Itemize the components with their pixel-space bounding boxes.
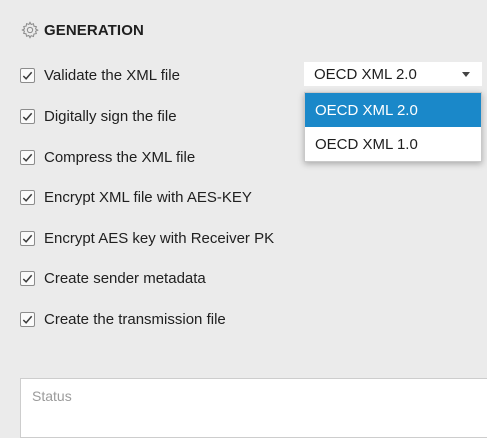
checkmark-icon <box>22 315 33 324</box>
encrypt-xml-checkbox[interactable] <box>20 189 35 205</box>
dropdown-option-oecd-1-0[interactable]: OECD XML 1.0 <box>305 127 481 161</box>
encrypt-aes-option[interactable]: Encrypt AES key with Receiver PK <box>20 227 274 249</box>
checkmark-icon <box>22 234 33 243</box>
sign-file-option[interactable]: Digitally sign the file <box>20 105 177 127</box>
section-title: GENERATION <box>44 21 144 39</box>
checkmark-icon <box>22 71 33 80</box>
checkmark-icon <box>22 193 33 202</box>
transmission-file-option[interactable]: Create the transmission file <box>20 308 226 330</box>
status-field[interactable] <box>21 388 332 404</box>
checkmark-icon <box>22 112 33 121</box>
chevron-down-icon[interactable] <box>462 72 470 77</box>
sign-file-label: Digitally sign the file <box>44 107 177 125</box>
validate-xml-label: Validate the XML file <box>44 66 180 84</box>
schema-version-dropdown: OECD XML 2.0 OECD XML 1.0 <box>304 92 482 162</box>
compress-xml-label: Compress the XML file <box>44 148 196 166</box>
sender-metadata-option[interactable]: Create sender metadata <box>20 267 206 289</box>
dropdown-option-oecd-2-0[interactable]: OECD XML 2.0 <box>305 93 481 127</box>
compress-xml-option[interactable]: Compress the XML file <box>20 146 195 168</box>
schema-version-value: OECD XML 2.0 <box>314 65 417 83</box>
status-box <box>20 378 487 438</box>
encrypt-aes-label: Encrypt AES key with Receiver PK <box>44 229 275 247</box>
encrypt-xml-option[interactable]: Encrypt XML file with AES-KEY <box>20 186 252 208</box>
encrypt-aes-checkbox[interactable] <box>20 230 35 246</box>
validate-xml-checkbox[interactable] <box>20 67 35 83</box>
compress-xml-checkbox[interactable] <box>20 149 35 165</box>
sender-metadata-checkbox[interactable] <box>20 270 35 286</box>
checkmark-icon <box>22 274 33 283</box>
generation-panel: GENERATION Validate the XML file Digital… <box>12 0 487 438</box>
schema-version-select[interactable]: OECD XML 2.0 <box>304 62 482 86</box>
gear-icon <box>21 21 39 39</box>
section-header: GENERATION <box>20 18 144 42</box>
validate-xml-option[interactable]: Validate the XML file <box>20 64 180 86</box>
sign-file-checkbox[interactable] <box>20 108 35 124</box>
transmission-file-checkbox[interactable] <box>20 311 35 327</box>
transmission-file-label: Create the transmission file <box>44 310 226 328</box>
encrypt-xml-label: Encrypt XML file with AES-KEY <box>44 188 252 206</box>
checkmark-icon <box>22 153 33 162</box>
sender-metadata-label: Create sender metadata <box>44 269 206 287</box>
